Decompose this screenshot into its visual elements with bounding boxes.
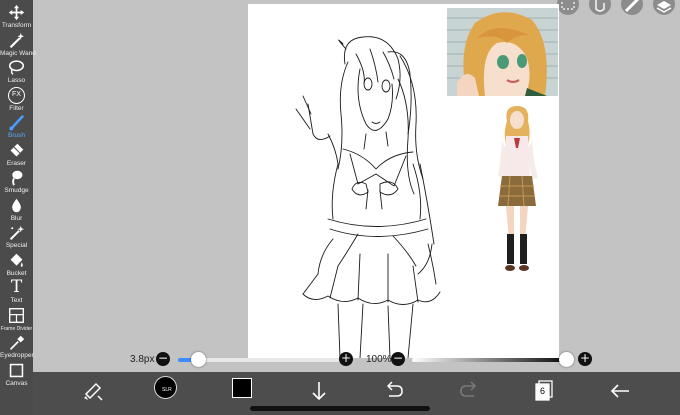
home-indicator: [250, 406, 430, 411]
bucket-icon: [10, 253, 23, 267]
tool-blur[interactable]: Blur: [0, 197, 33, 224]
color-wheel-button[interactable]: SLR: [154, 376, 177, 399]
tool-label: Smudge: [4, 187, 29, 194]
tool-label: Filter: [9, 105, 24, 112]
brush-size-value: 3.8px: [130, 354, 155, 365]
smudge-icon: [12, 170, 23, 186]
opacity-plus-button[interactable]: +: [578, 352, 592, 366]
tool-eyedropper[interactable]: Eyedropper: [0, 334, 34, 361]
layer-count: 6: [539, 386, 545, 396]
lasso-icon: [8, 60, 25, 75]
frame-divider-icon: [9, 308, 24, 323]
tool-magic-wand[interactable]: Magic Wand: [0, 32, 36, 59]
blur-drop-icon: [12, 198, 21, 213]
quick-menu-icon[interactable]: [80, 378, 106, 404]
magic-wand-icon: [9, 32, 25, 49]
tool-lasso[interactable]: Lasso: [0, 59, 33, 86]
layers-button[interactable]: 6: [531, 378, 557, 404]
brush-icon: [9, 115, 24, 131]
canvas-icon: [9, 363, 24, 378]
tool-label: Eraser: [6, 160, 27, 167]
fx-icon: FX: [8, 87, 25, 104]
text-icon: T: [10, 277, 23, 297]
tool-eraser[interactable]: Eraser: [0, 142, 33, 169]
tool-label: Text: [10, 297, 23, 304]
current-color-swatch[interactable]: [232, 378, 252, 398]
opacity-minus-button[interactable]: −: [391, 352, 405, 366]
tool-label: Lasso: [7, 77, 26, 84]
undo-icon[interactable]: [381, 378, 407, 404]
drawing-canvas[interactable]: [248, 4, 559, 358]
eraser-icon: [10, 143, 24, 157]
special-wand-icon: [9, 225, 25, 241]
move-arrows-icon: [8, 4, 25, 21]
tool-label: Magic Wand: [0, 50, 36, 57]
reference-image-face: [447, 8, 558, 96]
tool-frame-divider[interactable]: Frame Divider: [0, 307, 33, 334]
reference-image-full-body: [498, 106, 538, 271]
brush-size-minus-button[interactable]: −: [156, 352, 170, 366]
tool-brush[interactable]: Brush: [0, 114, 33, 141]
download-arrow-icon[interactable]: [306, 378, 332, 404]
brush-slider-row: 3.8px − + 100% − +: [120, 349, 600, 371]
eyedropper-icon: [9, 335, 25, 350]
opacity-track[interactable]: [412, 358, 572, 362]
color-badge: SLR: [162, 387, 172, 393]
tool-label: Frame Divider: [0, 326, 33, 332]
redo-icon[interactable]: [456, 378, 482, 404]
brush-size-track[interactable]: [200, 358, 340, 362]
tool-label: Transform: [1, 22, 32, 29]
hand-tool-icon[interactable]: [589, 0, 611, 18]
back-arrow-icon[interactable]: [607, 378, 633, 404]
brush-size-slider-knob[interactable]: [191, 352, 206, 367]
tool-label: Blur: [10, 215, 23, 222]
left-toolbar: Transform Magic Wand Lasso FX Filter Bru…: [0, 0, 36, 415]
tool-label: Special: [5, 242, 28, 249]
tool-text[interactable]: T Text: [0, 279, 33, 306]
tool-smudge[interactable]: Smudge: [0, 169, 33, 196]
tool-label: Brush: [8, 132, 25, 139]
tool-canvas[interactable]: Canvas: [0, 362, 33, 389]
brush-size-plus-button[interactable]: +: [339, 352, 353, 366]
opacity-value: 100%: [366, 354, 392, 365]
tool-bucket[interactable]: Bucket: [0, 252, 33, 279]
opacity-slider-knob[interactable]: [559, 352, 574, 367]
tool-filter[interactable]: FX Filter: [0, 87, 33, 114]
tool-special[interactable]: Special: [0, 224, 33, 251]
selection-layer-icon[interactable]: [557, 0, 579, 18]
tool-label: Eyedropper: [0, 352, 34, 359]
tool-transform[interactable]: Transform: [0, 4, 33, 31]
ruler-icon[interactable]: [621, 0, 643, 18]
tool-label: Canvas: [5, 380, 28, 387]
layers-icon[interactable]: [653, 0, 675, 18]
